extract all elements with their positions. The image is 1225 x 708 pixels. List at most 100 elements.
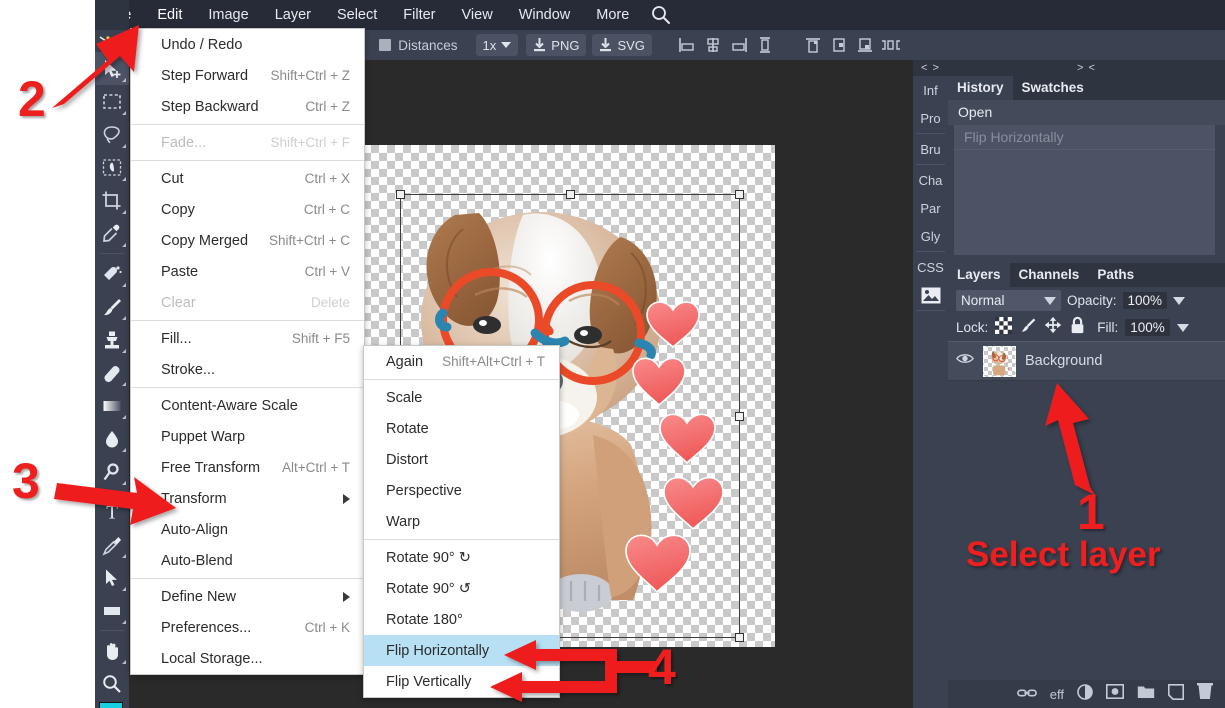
- menu-item-paste[interactable]: Paste Ctrl + V: [131, 256, 364, 287]
- history-dock-grip[interactable]: > <: [948, 60, 1225, 76]
- distances-checkbox[interactable]: Distances: [379, 38, 458, 53]
- table-row[interactable]: Background: [948, 341, 1225, 381]
- distribute-spacing-icon[interactable]: [878, 33, 904, 57]
- rectangular-marquee-tool[interactable]: [95, 85, 129, 118]
- zoom-level-dropdown[interactable]: 1x: [475, 34, 519, 56]
- hand-tool[interactable]: [95, 634, 129, 667]
- lock-all-icon[interactable]: [1069, 316, 1086, 339]
- export-svg-button[interactable]: SVG: [592, 34, 652, 56]
- transform-handle-se[interactable]: [735, 633, 744, 642]
- tab-paths[interactable]: Paths: [1088, 263, 1143, 287]
- menu-item-flip-horizontally[interactable]: Flip Horizontally: [364, 635, 559, 666]
- menu-item-rotate[interactable]: Rotate: [364, 413, 559, 444]
- align-left-icon[interactable]: [674, 33, 700, 57]
- align-center-h-icon[interactable]: [700, 33, 726, 57]
- color-swatches[interactable]: ⇄ D: [95, 700, 129, 708]
- history-entry-flip-horizontally[interactable]: Flip Horizontally: [954, 125, 1215, 150]
- clone-stamp-tool[interactable]: [95, 323, 129, 356]
- history-list[interactable]: Open Flip Horizontally: [948, 100, 1225, 263]
- link-layers-icon[interactable]: [1016, 687, 1037, 702]
- blend-mode-select[interactable]: Normal: [956, 290, 1061, 311]
- menu-item-again[interactable]: Again Shift+Alt+Ctrl + T: [364, 346, 559, 377]
- menu-item-auto-align[interactable]: Auto-Align: [131, 514, 364, 545]
- menu-item-copy-merged[interactable]: Copy Merged Shift+Ctrl + C: [131, 225, 364, 256]
- rail-paragraph[interactable]: Par: [913, 194, 948, 222]
- new-layer-icon[interactable]: [1168, 683, 1184, 705]
- menu-item-local-storage[interactable]: Local Storage...: [131, 643, 364, 674]
- opacity-dropdown-icon[interactable]: [1173, 296, 1186, 305]
- layer-visibility-icon[interactable]: [956, 352, 974, 370]
- menu-item-free-transform[interactable]: Free Transform Alt+Ctrl + T: [131, 452, 364, 483]
- menu-select[interactable]: Select: [324, 0, 390, 30]
- distribute-bottom-icon[interactable]: [852, 33, 878, 57]
- menu-window[interactable]: Window: [506, 0, 584, 30]
- fill-value[interactable]: 100%: [1125, 319, 1170, 336]
- history-scroll-area[interactable]: Flip Horizontally: [954, 125, 1215, 255]
- menu-item-distort[interactable]: Distort: [364, 444, 559, 475]
- history-entry-open[interactable]: Open: [948, 100, 1225, 125]
- lock-transparency-icon[interactable]: [995, 316, 1013, 339]
- eyedropper-swap-icon[interactable]: [95, 30, 129, 52]
- shape-tool[interactable]: [95, 594, 129, 627]
- opacity-value[interactable]: 100%: [1122, 292, 1168, 309]
- rail-glyphs[interactable]: Gly: [913, 222, 948, 250]
- export-png-button[interactable]: PNG: [526, 34, 587, 56]
- dodge-tool[interactable]: [95, 455, 129, 488]
- pen-tool[interactable]: [95, 528, 129, 561]
- transform-handle-ne[interactable]: [735, 190, 744, 199]
- eyedropper-tool[interactable]: [95, 217, 129, 250]
- tab-channels[interactable]: Channels: [1010, 263, 1089, 287]
- menu-item-rotate-90-cw[interactable]: Rotate 90° ↻: [364, 542, 559, 573]
- layer-thumbnail[interactable]: [983, 345, 1016, 377]
- edit-menu[interactable]: Undo / Redo Step Forward Shift+Ctrl + Z …: [130, 28, 365, 675]
- distribute-top-icon[interactable]: [800, 33, 826, 57]
- distribute-middle-icon[interactable]: [826, 33, 852, 57]
- type-tool[interactable]: T: [95, 495, 129, 528]
- rail-character[interactable]: Cha: [913, 166, 948, 194]
- new-group-icon[interactable]: [1137, 685, 1155, 704]
- lock-image-icon[interactable]: [1019, 316, 1037, 339]
- layer-mask-icon[interactable]: [1106, 684, 1124, 704]
- menu-item-step-backward[interactable]: Step Backward Ctrl + Z: [131, 91, 364, 122]
- align-right-icon[interactable]: [726, 33, 752, 57]
- foreground-color-swatch[interactable]: [99, 702, 123, 708]
- menu-item-preferences[interactable]: Preferences... Ctrl + K: [131, 612, 364, 643]
- image-icon[interactable]: [913, 281, 948, 309]
- layer-effects-icon[interactable]: eff: [1050, 687, 1064, 702]
- menu-item-transform[interactable]: Transform: [131, 483, 364, 514]
- crop-tool[interactable]: [95, 184, 129, 217]
- lock-position-icon[interactable]: [1044, 316, 1062, 339]
- magic-wand-tool[interactable]: [95, 151, 129, 184]
- transform-handle-e[interactable]: [735, 412, 744, 421]
- transform-submenu[interactable]: Again Shift+Alt+Ctrl + T Scale Rotate Di…: [363, 345, 560, 698]
- menu-item-undo-redo[interactable]: Undo / Redo: [131, 29, 364, 60]
- menu-more[interactable]: More: [583, 0, 642, 30]
- tab-history[interactable]: History: [948, 76, 1013, 100]
- rail-css[interactable]: CSS: [913, 253, 948, 281]
- layer-name[interactable]: Background: [1025, 353, 1102, 369]
- menu-item-warp[interactable]: Warp: [364, 506, 559, 537]
- menu-item-cut[interactable]: Cut Ctrl + X: [131, 163, 364, 194]
- menu-item-flip-vertically[interactable]: Flip Vertically: [364, 666, 559, 697]
- zoom-tool[interactable]: [95, 667, 129, 700]
- rail-properties[interactable]: Pro: [913, 104, 948, 132]
- move-tool[interactable]: [95, 52, 129, 85]
- menu-item-scale[interactable]: Scale: [364, 382, 559, 413]
- menu-item-puppet-warp[interactable]: Puppet Warp: [131, 421, 364, 452]
- transform-handle-n[interactable]: [566, 190, 575, 199]
- eraser-tool[interactable]: [95, 356, 129, 389]
- menu-layer[interactable]: Layer: [262, 0, 324, 30]
- rail-info[interactable]: Inf: [913, 76, 948, 104]
- fill-dropdown-icon[interactable]: [1176, 323, 1189, 332]
- rail-brushes[interactable]: Bru: [913, 135, 948, 163]
- search-icon[interactable]: [646, 0, 676, 30]
- transform-handle-nw[interactable]: [396, 190, 405, 199]
- menu-filter[interactable]: Filter: [390, 0, 448, 30]
- menu-item-define-new[interactable]: Define New: [131, 581, 364, 612]
- menu-item-rotate-180[interactable]: Rotate 180°: [364, 604, 559, 635]
- rail-grip[interactable]: < >: [913, 60, 948, 76]
- menu-item-content-aware-scale[interactable]: Content-Aware Scale: [131, 390, 364, 421]
- blur-tool[interactable]: [95, 422, 129, 455]
- menu-item-stroke[interactable]: Stroke...: [131, 354, 364, 385]
- gradient-tool[interactable]: [95, 389, 129, 422]
